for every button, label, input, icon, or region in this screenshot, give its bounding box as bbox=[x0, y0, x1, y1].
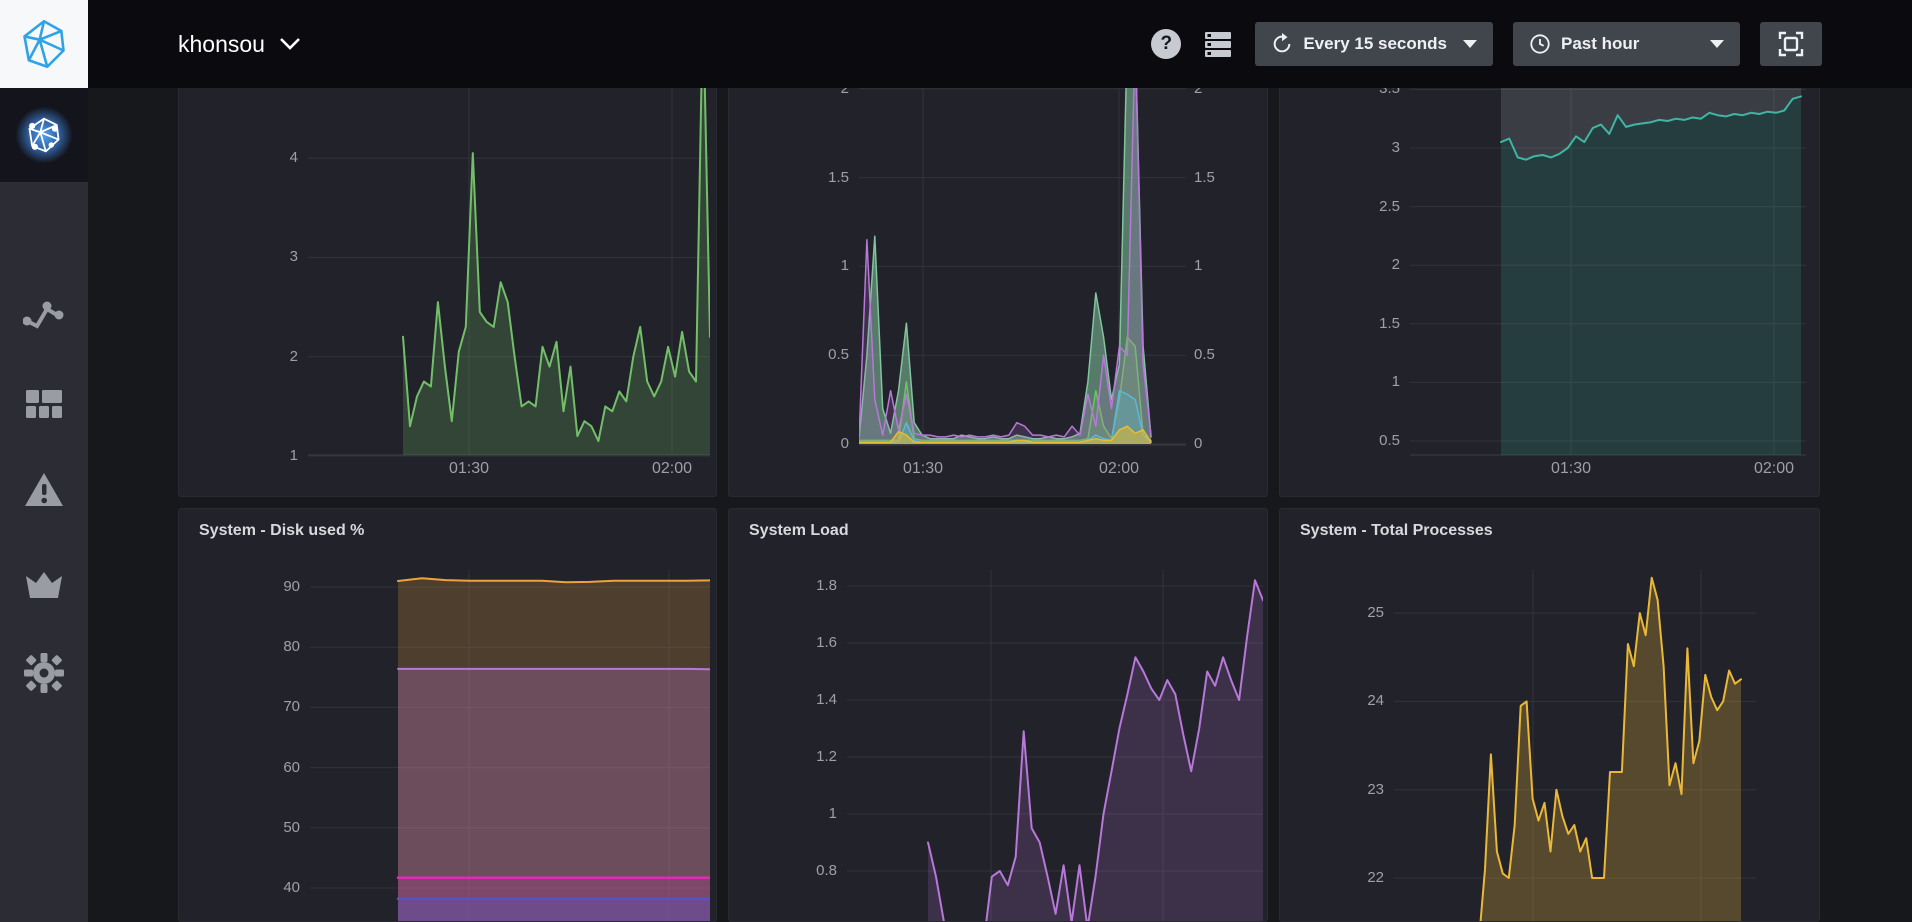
y-axis-label: 60 bbox=[230, 758, 300, 778]
y-axis-label: 1.8 bbox=[767, 576, 837, 596]
dashboard-title-menu[interactable]: khonsou bbox=[178, 0, 301, 88]
dashboards-grid-icon bbox=[24, 388, 64, 422]
y-axis-label: 1 bbox=[1330, 372, 1400, 392]
x-axis-label: 02:00 bbox=[1074, 459, 1164, 479]
sidebar-item-metrics[interactable] bbox=[0, 283, 88, 343]
chevron-down-icon bbox=[279, 37, 301, 51]
y-axis-label: 80 bbox=[230, 637, 300, 657]
y-axis-label: 1 bbox=[228, 446, 298, 466]
y-axis-label: 22 bbox=[1314, 868, 1384, 888]
y-axis-label: 3.5 bbox=[1330, 88, 1400, 99]
panel-system-load[interactable]: System Load 1.81.61.41.210.80.6 bbox=[728, 508, 1268, 922]
gear-icon bbox=[24, 653, 64, 693]
y-axis-label: 1.2 bbox=[767, 747, 837, 767]
y-axis-label: 0.8 bbox=[767, 861, 837, 881]
y-axis-label: 2.5 bbox=[1330, 197, 1400, 217]
y-axis-label: 70 bbox=[230, 697, 300, 717]
y-axis-label: 1 bbox=[767, 804, 837, 824]
y-axis-label-right: 2 bbox=[1194, 88, 1264, 99]
y-axis-label: 23 bbox=[1314, 780, 1384, 800]
chart-canvas[interactable] bbox=[1280, 509, 1820, 922]
alert-triangle-icon bbox=[23, 471, 65, 509]
y-axis-label: 1.5 bbox=[1330, 314, 1400, 334]
sidebar-item-settings[interactable] bbox=[0, 643, 88, 703]
y-axis-label: 1 bbox=[779, 256, 849, 276]
y-axis-label: 0.5 bbox=[1330, 431, 1400, 451]
dashboard-list-icon[interactable] bbox=[1201, 27, 1235, 61]
sidebar-item-premium[interactable] bbox=[0, 555, 88, 615]
refresh-interval-label: Every 15 seconds bbox=[1303, 34, 1447, 54]
help-icon: ? bbox=[1161, 33, 1173, 55]
y-axis-label: 4 bbox=[228, 148, 298, 168]
fullscreen-icon bbox=[1778, 31, 1804, 57]
y-axis-label: 50 bbox=[230, 818, 300, 838]
y-axis-label: 24 bbox=[1314, 691, 1384, 711]
gem-logo-icon bbox=[18, 18, 70, 70]
y-axis-label: 1.5 bbox=[779, 168, 849, 188]
left-sidebar bbox=[0, 88, 88, 922]
caret-down-icon bbox=[1463, 40, 1477, 48]
y-axis-label: 2 bbox=[1330, 255, 1400, 275]
y-axis-label-right: 1 bbox=[1194, 256, 1264, 276]
network-orb-icon bbox=[24, 115, 64, 155]
clock-icon bbox=[1529, 33, 1551, 55]
metrics-graph-icon bbox=[23, 295, 65, 331]
sidebar-item-alerting[interactable] bbox=[0, 460, 88, 520]
top-navbar: khonsou ? Every 15 seconds bbox=[0, 0, 1912, 88]
panel-top-middle[interactable]: 2 2 1.5 1.5 1 1 0.5 0.5 0 0 01:30 02:00 bbox=[728, 88, 1268, 497]
panel-top-left[interactable]: 4 3 2 1 01:30 02:00 bbox=[178, 88, 717, 497]
time-range-dropdown[interactable]: Past hour bbox=[1513, 22, 1740, 66]
y-axis-label: 0.6 bbox=[767, 918, 837, 922]
x-axis-label: 01:30 bbox=[1526, 459, 1616, 479]
app-logo[interactable] bbox=[0, 0, 88, 88]
y-axis-label: 1.6 bbox=[767, 633, 837, 653]
y-axis-label: 3 bbox=[1330, 138, 1400, 158]
time-range-label: Past hour bbox=[1561, 34, 1639, 54]
active-glow bbox=[16, 107, 72, 163]
x-axis-label: 02:00 bbox=[1729, 459, 1819, 479]
y-axis-label-right: 0 bbox=[1194, 434, 1264, 454]
y-axis-label-right: 1.5 bbox=[1194, 168, 1264, 188]
refresh-icon bbox=[1271, 33, 1293, 55]
fullscreen-button[interactable] bbox=[1760, 22, 1822, 66]
panel-top-right[interactable]: 3.5 3 2.5 2 1.5 1 0.5 01:30 02:00 bbox=[1279, 88, 1820, 497]
y-axis-label: 0 bbox=[779, 434, 849, 454]
x-axis-label: 01:30 bbox=[878, 459, 968, 479]
x-axis-label: 02:00 bbox=[627, 459, 717, 479]
y-axis-label: 3 bbox=[228, 247, 298, 267]
panel-total-processes[interactable]: System - Total Processes 25242322 bbox=[1279, 508, 1820, 922]
refresh-interval-dropdown[interactable]: Every 15 seconds bbox=[1255, 22, 1493, 66]
y-axis-label-right: 0.5 bbox=[1194, 345, 1264, 365]
help-button[interactable]: ? bbox=[1151, 29, 1181, 59]
y-axis-label: 2 bbox=[228, 347, 298, 367]
panel-disk-used[interactable]: System - Disk used % 908070605040 bbox=[178, 508, 717, 922]
caret-down-icon bbox=[1710, 40, 1724, 48]
y-axis-label: 1.4 bbox=[767, 690, 837, 710]
dashboard-title: khonsou bbox=[178, 31, 265, 58]
x-axis-label: 01:30 bbox=[424, 459, 514, 479]
sidebar-item-network-orb[interactable] bbox=[0, 88, 88, 182]
y-axis-label: 0.5 bbox=[779, 345, 849, 365]
sidebar-item-dashboards[interactable] bbox=[0, 375, 88, 435]
y-axis-label: 40 bbox=[230, 878, 300, 898]
y-axis-label: 25 bbox=[1314, 603, 1384, 623]
crown-icon bbox=[23, 570, 65, 600]
y-axis-label: 2 bbox=[779, 88, 849, 99]
y-axis-label: 90 bbox=[230, 577, 300, 597]
